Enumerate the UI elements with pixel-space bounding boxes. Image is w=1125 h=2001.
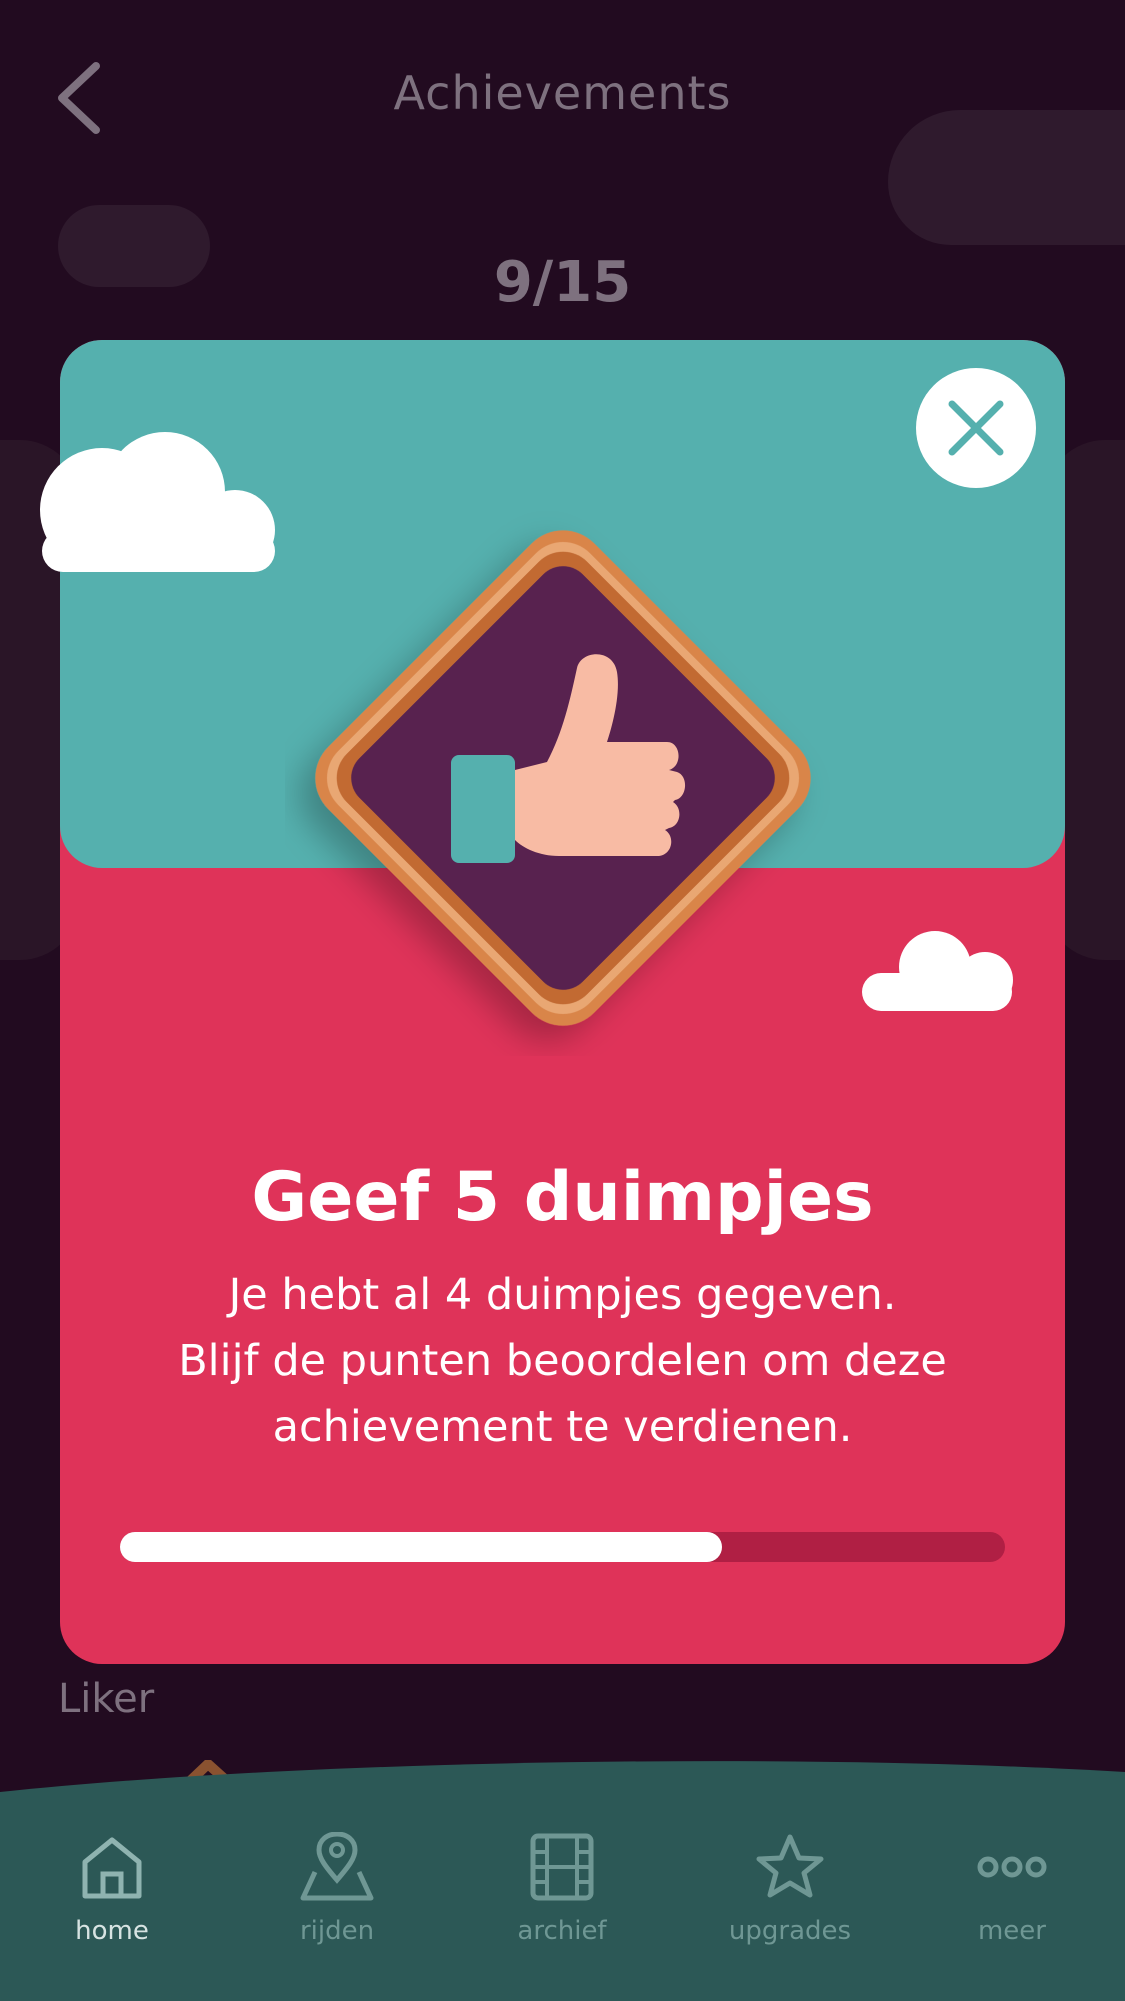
background-cloud — [888, 110, 1125, 245]
nav-label: archief — [517, 1916, 607, 1946]
nav-label: rijden — [299, 1916, 375, 1946]
close-button[interactable] — [916, 368, 1036, 488]
section-label: Liker — [58, 1676, 155, 1722]
progress-fill — [120, 1532, 722, 1562]
nav-item-archief[interactable]: archief — [462, 1832, 662, 1946]
close-icon — [948, 400, 1004, 456]
home-icon — [82, 1837, 142, 1899]
film-icon — [530, 1833, 594, 1901]
nav-item-upgrades[interactable]: upgrades — [690, 1832, 890, 1946]
achievement-title: Geef 5 duimpjes — [251, 1158, 874, 1237]
nav-item-rijden[interactable]: rijden — [237, 1832, 437, 1946]
map-pin-icon — [300, 1832, 374, 1901]
nav-item-home[interactable]: home — [12, 1832, 212, 1946]
progress-bar — [120, 1532, 1005, 1562]
achievement-counter: 9/15 — [493, 250, 632, 315]
description-line: achievement te verdienen. — [272, 1402, 853, 1452]
nav-label: meer — [977, 1916, 1046, 1946]
star-icon — [756, 1834, 824, 1898]
description-line: Blijf de punten beoordelen om deze — [178, 1336, 947, 1386]
nav-item-meer[interactable]: meer — [912, 1832, 1112, 1946]
cloud-icon — [862, 931, 1013, 1011]
achievement-badge — [315, 530, 811, 1026]
nav-label: home — [75, 1916, 149, 1946]
achievement-description: Je hebt al 4 duimpjes gegeven. Blijf de … — [100, 1262, 1025, 1460]
description-line: Je hebt al 4 duimpjes gegeven. — [228, 1270, 897, 1320]
more-icon — [977, 1856, 1047, 1878]
page-title: Achievements — [393, 66, 732, 120]
nav-label: upgrades — [728, 1916, 852, 1946]
cloud-icon — [40, 432, 275, 572]
